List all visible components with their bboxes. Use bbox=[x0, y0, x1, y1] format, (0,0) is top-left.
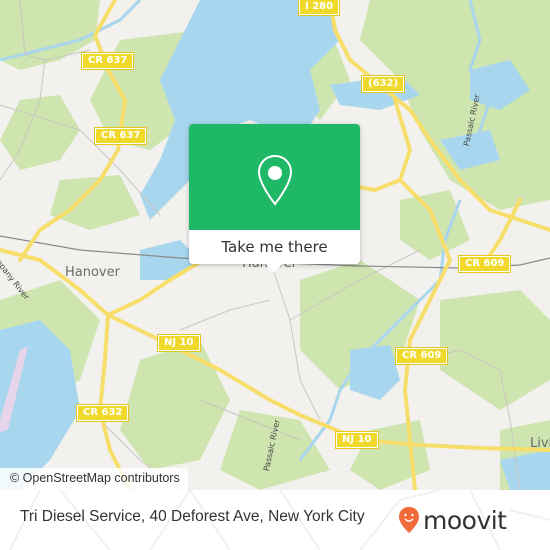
moovit-wordmark: moovit bbox=[423, 505, 507, 535]
location-popup: Take me there bbox=[189, 124, 360, 273]
moovit-logo[interactable]: moovit bbox=[398, 500, 507, 540]
road-shield-cr637-south: CR 637 bbox=[93, 127, 148, 145]
road-shield-cr609-south: CR 609 bbox=[394, 347, 449, 365]
map-attribution[interactable]: © OpenStreetMap contributors bbox=[0, 468, 188, 490]
footer-bar: Tri Diesel Service, 40 Deforest Ave, New… bbox=[0, 490, 550, 550]
moovit-pin-icon bbox=[399, 507, 419, 533]
popup-pointer bbox=[265, 263, 283, 273]
map-pin-icon bbox=[257, 154, 293, 206]
map-view[interactable]: Hanover Hanover Livi Passaic River Passa… bbox=[0, 0, 550, 490]
take-me-there-button[interactable]: Take me there bbox=[189, 230, 360, 264]
map-card: Hanover Hanover Livi Passaic River Passa… bbox=[0, 0, 550, 550]
road-shield-nj10-east: NJ 10 bbox=[335, 431, 379, 449]
place-title: Tri Diesel Service, 40 Deforest Ave, New… bbox=[20, 508, 365, 525]
road-shield-cr609-north: CR 609 bbox=[457, 255, 512, 273]
road-shield-cr632-north: (632) bbox=[360, 75, 406, 93]
place-label-hanover-west: Hanover bbox=[65, 265, 120, 280]
road-shield-cr637-north: CR 637 bbox=[80, 52, 135, 70]
road-shield-cr632-south: CR 632 bbox=[75, 404, 130, 422]
road-shield-nj10-west: NJ 10 bbox=[157, 334, 201, 352]
road-shield-i280: I 280 bbox=[297, 0, 341, 16]
popup-header bbox=[189, 124, 360, 230]
place-label-livingston: Livi bbox=[530, 436, 550, 451]
